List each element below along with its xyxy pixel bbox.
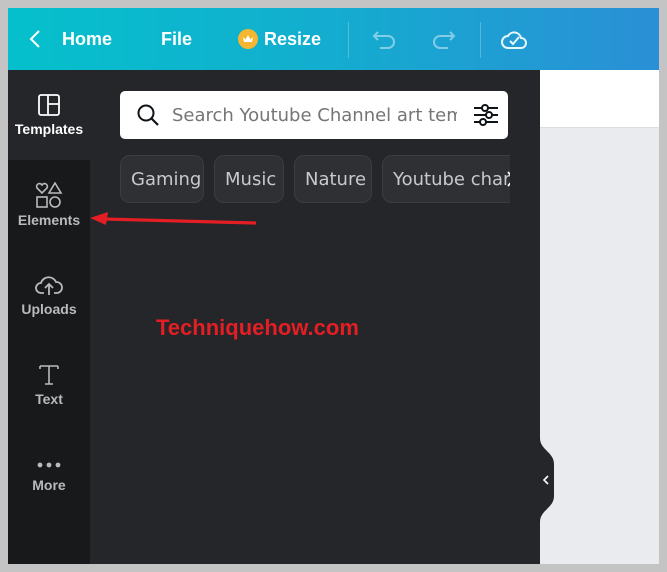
sidebar-item-templates[interactable]: Templates: [8, 70, 90, 160]
sidebar-item-label: Uploads: [21, 301, 77, 317]
app-window: Home File Resize Templates Elements Uplo…: [8, 8, 659, 564]
search-input[interactable]: [172, 104, 457, 126]
annotation-arrow: [90, 212, 257, 225]
canvas-toolbar-strip: [540, 70, 659, 128]
canvas-area[interactable]: [540, 70, 659, 564]
sidebar-item-uploads[interactable]: Uploads: [8, 250, 90, 340]
resize-label: Resize: [264, 28, 322, 49]
side-panel: Gaming Music Nature Youtube char Techniq…: [90, 70, 540, 564]
undo-button[interactable]: [372, 8, 398, 70]
elements-icon: [35, 182, 63, 208]
divider: [480, 22, 481, 58]
text-icon: [39, 365, 59, 385]
templates-icon: [38, 94, 60, 116]
chevron-right-icon: [507, 171, 510, 187]
sidebar-item-more[interactable]: More: [8, 430, 90, 520]
top-bar: Home File Resize: [8, 8, 659, 70]
chevron-left-icon: [29, 30, 40, 48]
sidebar-item-text[interactable]: Text: [8, 340, 90, 430]
chip-label: Nature: [305, 168, 367, 190]
crown-icon: [238, 29, 258, 49]
redo-icon: [433, 31, 456, 49]
sidebar: Templates Elements Uploads Text More: [8, 70, 90, 564]
chip-youtube-channel[interactable]: Youtube char: [382, 155, 510, 203]
filter-sliders-icon[interactable]: [473, 103, 499, 127]
sidebar-item-label: Elements: [17, 212, 81, 228]
sidebar-item-label: Text: [35, 391, 63, 407]
collapse-panel-button[interactable]: [540, 438, 554, 522]
watermark-text: Techniquehow.com: [156, 315, 359, 340]
divider: [348, 22, 349, 58]
chip-gaming[interactable]: Gaming: [120, 155, 204, 203]
sidebar-item-label: More: [32, 477, 66, 493]
chip-label: Gaming: [131, 168, 202, 190]
sidebar-item-label: Templates: [14, 121, 84, 137]
upload-cloud-icon: [35, 276, 63, 295]
chip-label: Youtube char: [393, 168, 510, 190]
home-label: Home: [62, 28, 113, 49]
home-button[interactable]: Home: [28, 8, 112, 70]
chip-label: Music: [225, 168, 277, 190]
undo-icon: [372, 31, 395, 49]
cloud-check-icon: [501, 31, 527, 49]
search-bar[interactable]: [120, 91, 508, 139]
file-label: File: [161, 28, 193, 49]
chips-scroll-right-button[interactable]: [500, 161, 510, 197]
sidebar-item-elements[interactable]: Elements: [8, 160, 90, 250]
save-status-button[interactable]: [500, 8, 528, 70]
search-icon: [137, 104, 159, 126]
category-chips: Gaming Music Nature Youtube char: [120, 155, 510, 207]
file-menu-button[interactable]: File: [161, 8, 192, 70]
resize-button[interactable]: Resize: [238, 8, 321, 70]
chip-nature[interactable]: Nature: [294, 155, 372, 203]
more-dots-icon: [37, 462, 61, 468]
chip-music[interactable]: Music: [214, 155, 284, 203]
redo-button[interactable]: [430, 8, 456, 70]
